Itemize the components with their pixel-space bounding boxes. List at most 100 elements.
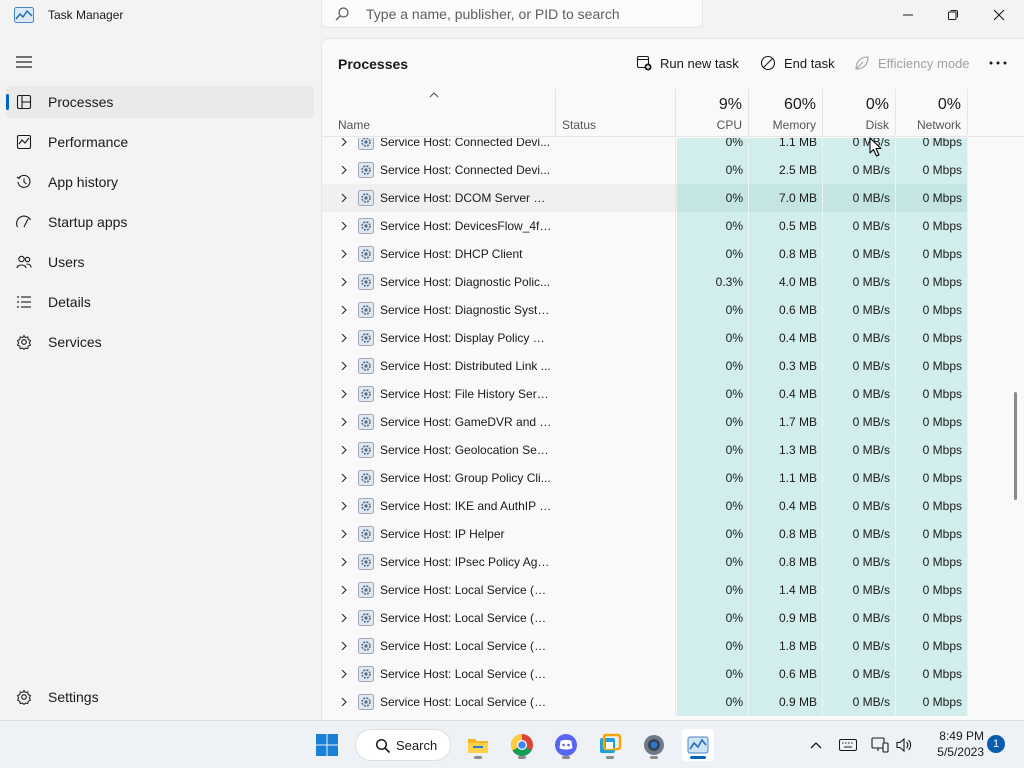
chevron-right-icon[interactable] — [338, 192, 350, 204]
chevron-right-icon[interactable] — [338, 444, 350, 456]
chevron-right-icon[interactable] — [338, 584, 350, 596]
vertical-scrollbar[interactable] — [1014, 392, 1017, 500]
column-header-label: CPU — [716, 118, 742, 132]
taskbar-app-discord[interactable] — [550, 729, 582, 761]
process-status — [556, 464, 676, 492]
volume-button[interactable] — [894, 735, 914, 755]
process-cpu: 0% — [677, 156, 749, 184]
table-row[interactable]: Service Host: DHCP Client 0% 0.8 MB 0 MB/s 0… — [322, 240, 968, 268]
chevron-right-icon[interactable] — [338, 556, 350, 568]
column-header-disk[interactable]: 0% Disk — [823, 89, 896, 137]
taskbar-app-task-manager[interactable] — [682, 729, 714, 761]
chevron-right-icon[interactable] — [338, 138, 350, 148]
more-options-button[interactable] — [982, 51, 1014, 75]
process-memory: 2.5 MB — [749, 156, 823, 184]
table-row[interactable]: Service Host: Local Service (N... 0% 0.6 M… — [322, 660, 968, 688]
chevron-right-icon[interactable] — [338, 164, 350, 176]
column-header-cpu[interactable]: 9% CPU — [677, 89, 749, 137]
chevron-right-icon[interactable] — [338, 360, 350, 372]
sidebar-item-performance[interactable]: Performance — [6, 126, 314, 158]
chevron-right-icon[interactable] — [338, 388, 350, 400]
table-row[interactable]: Service Host: GameDVR and B... 0% 1.7 MB 0 … — [322, 408, 968, 436]
running-indicator — [518, 756, 526, 759]
taskbar-clock[interactable]: 8:49 PM 5/5/2023 — [922, 728, 984, 760]
show-hidden-icons-button[interactable] — [806, 735, 826, 755]
notification-badge[interactable]: 1 — [987, 735, 1005, 753]
chevron-right-icon[interactable] — [338, 332, 350, 344]
process-disk: 0 MB/s — [823, 604, 896, 632]
sidebar-item-startup-apps[interactable]: Startup apps — [6, 206, 314, 238]
sidebar-item-services[interactable]: Services — [6, 326, 314, 358]
taskbar-app-file-explorer[interactable] — [462, 729, 494, 761]
table-row[interactable]: Service Host: Group Policy Cli... 0% 1.1 M… — [322, 464, 968, 492]
sidebar-item-app-history[interactable]: App history — [6, 166, 314, 198]
taskbar-search-button[interactable]: Search — [355, 729, 451, 761]
chevron-right-icon[interactable] — [338, 304, 350, 316]
process-status — [556, 492, 676, 520]
column-header-name[interactable]: Name — [322, 89, 556, 137]
service-host-gear-icon — [358, 610, 374, 626]
table-row[interactable]: Service Host: Diagnostic Syste... 0% 0.6 M… — [322, 296, 968, 324]
search-icon — [335, 7, 349, 21]
chevron-right-icon[interactable] — [338, 500, 350, 512]
process-cpu: 0% — [677, 408, 749, 436]
sidebar-item-processes[interactable]: Processes — [6, 86, 314, 118]
table-row[interactable]: Service Host: Local Service (N... 0% 0.9 M… — [322, 604, 968, 632]
process-status — [556, 604, 676, 632]
start-button[interactable] — [311, 729, 343, 761]
sidebar-item-label: Performance — [48, 134, 129, 150]
process-name: Service Host: Geolocation Serv... — [380, 443, 552, 457]
network-status-button[interactable] — [870, 735, 890, 755]
service-host-gear-icon — [358, 162, 374, 178]
table-row[interactable]: Service Host: Local Service (N... 0% 1.4 M… — [322, 576, 968, 604]
chevron-right-icon[interactable] — [338, 640, 350, 652]
column-header-memory[interactable]: 60% Memory — [749, 89, 823, 137]
taskbar-app-settings[interactable] — [638, 729, 670, 761]
process-cpu: 0.3% — [677, 268, 749, 296]
column-header-network[interactable]: 0% Network — [896, 89, 968, 137]
table-row[interactable]: Service Host: Display Policy Se... 0% 0.4 … — [322, 324, 968, 352]
efficiency-mode-button[interactable]: Efficiency mode — [854, 51, 970, 75]
search-box[interactable] — [321, 0, 703, 28]
table-row[interactable]: Service Host: Local Service (N... 0% 1.8 M… — [322, 632, 968, 660]
run-new-task-button[interactable]: Run new task — [636, 51, 739, 75]
window-title: Task Manager — [48, 8, 124, 22]
chevron-right-icon[interactable] — [338, 220, 350, 232]
sidebar-item-users[interactable]: Users — [6, 246, 314, 278]
end-task-button[interactable]: End task — [760, 51, 835, 75]
chevron-right-icon[interactable] — [338, 276, 350, 288]
table-row[interactable]: Service Host: Geolocation Serv... 0% 1.3 M… — [322, 436, 968, 464]
table-row[interactable]: Service Host: Connected Devi... 0% 2.5 MB 0… — [322, 156, 968, 184]
table-row[interactable]: Service Host: IKE and AuthIP I... 0% 0.4 M… — [322, 492, 968, 520]
table-row[interactable]: Service Host: Local Service (N... 0% 0.9 M… — [322, 688, 968, 716]
table-row[interactable]: Service Host: IP Helper 0% 0.8 MB 0 MB/s 0 M… — [322, 520, 968, 548]
table-row[interactable]: Service Host: DCOM Server Pr... 0% 7.0 MB 0… — [322, 184, 968, 212]
table-row[interactable]: Service Host: Diagnostic Polic... 0.3% 4.0… — [322, 268, 968, 296]
chevron-right-icon[interactable] — [338, 248, 350, 260]
sidebar-item-details[interactable]: Details — [6, 286, 314, 318]
input-indicator-button[interactable] — [838, 735, 858, 755]
sidebar-item-settings[interactable]: Settings — [6, 681, 314, 713]
column-header-status[interactable]: Status — [556, 89, 676, 137]
chevron-right-icon[interactable] — [338, 696, 350, 708]
hamburger-menu-button[interactable] — [12, 50, 36, 74]
chevron-right-icon[interactable] — [338, 472, 350, 484]
table-row[interactable]: Service Host: File History Servi... 0% 0.4… — [322, 380, 968, 408]
taskbar-app-chrome[interactable] — [506, 729, 538, 761]
table-row[interactable]: Service Host: DevicesFlow_4f547 0% 0.5 MB 0… — [322, 212, 968, 240]
chevron-right-icon[interactable] — [338, 416, 350, 428]
taskbar-app-snipping[interactable] — [594, 729, 626, 761]
service-host-gear-icon — [358, 470, 374, 486]
chevron-right-icon[interactable] — [338, 528, 350, 540]
chevron-right-icon[interactable] — [338, 612, 350, 624]
process-status — [556, 436, 676, 464]
maximize-button[interactable] — [930, 0, 976, 30]
process-disk: 0 MB/s — [823, 296, 896, 324]
table-row[interactable]: Service Host: Distributed Link ... 0% 0.3 … — [322, 352, 968, 380]
task-manager-logo-icon — [14, 7, 34, 23]
chevron-right-icon[interactable] — [338, 668, 350, 680]
close-button[interactable] — [976, 0, 1022, 30]
minimize-button[interactable] — [885, 0, 931, 30]
table-row[interactable]: Service Host: IPsec Policy Agent 0% 0.8 MB… — [322, 548, 968, 576]
search-input[interactable] — [366, 4, 686, 24]
